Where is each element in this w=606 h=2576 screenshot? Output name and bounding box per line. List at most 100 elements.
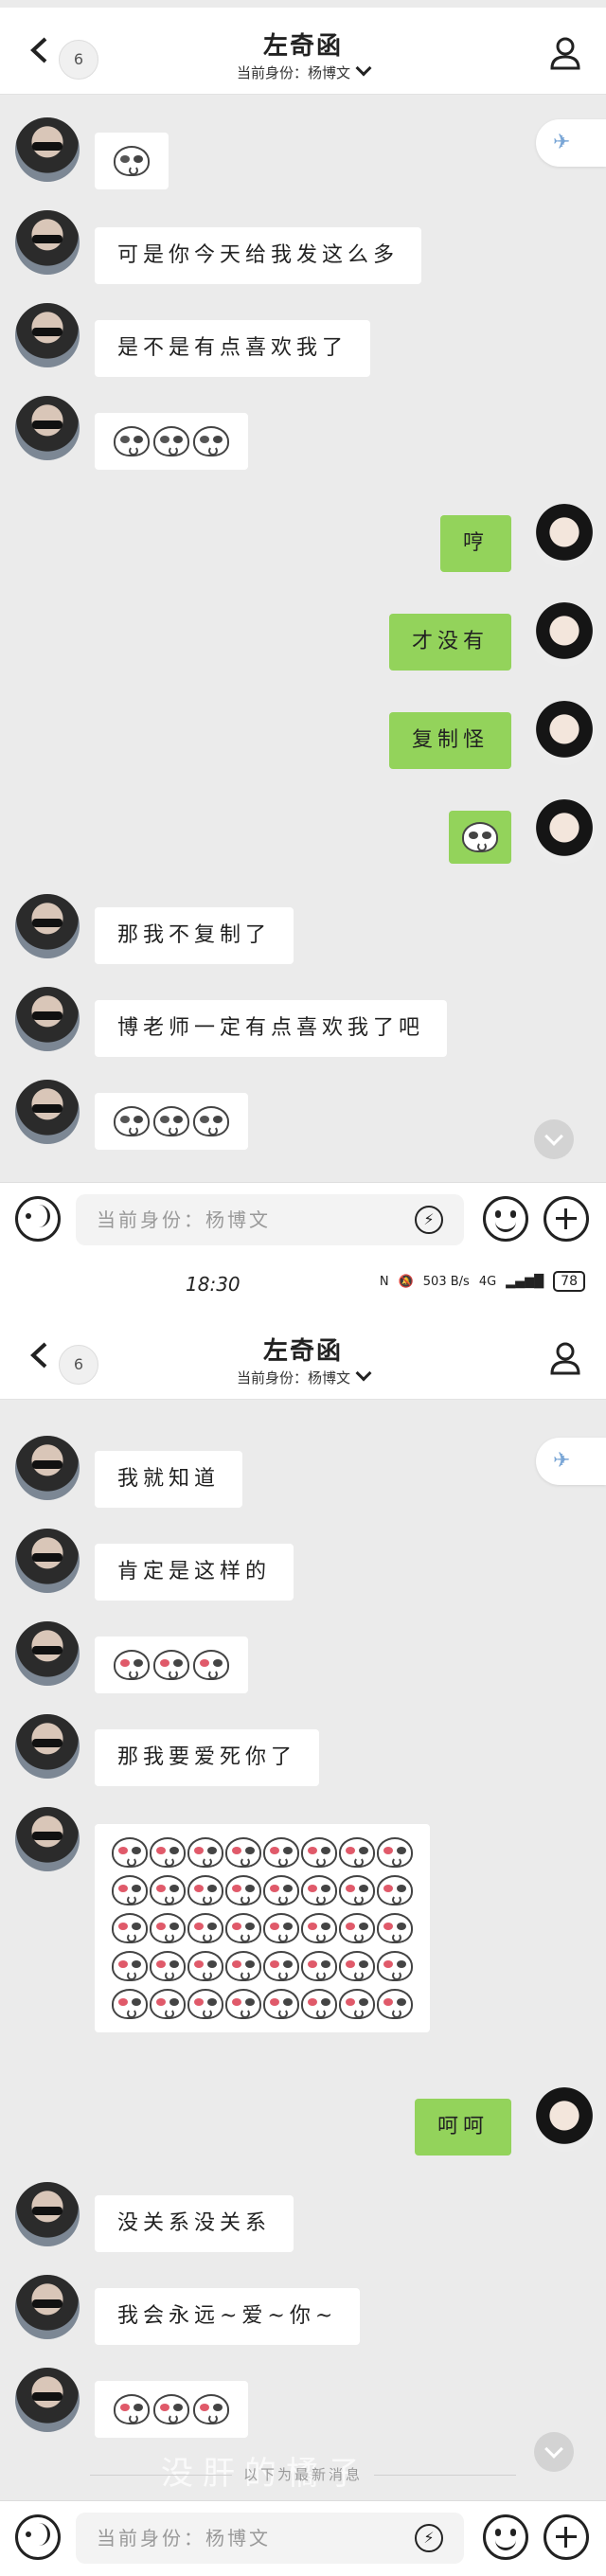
heart-eyes-sticker xyxy=(339,1875,375,1905)
sticker-message[interactable] xyxy=(95,133,169,189)
heart-eyes-sticker xyxy=(193,2394,229,2424)
message-input[interactable]: 当前身份：杨博文 ⚡ xyxy=(76,2513,464,2564)
chat-screen-2: 18:30 N 🔕 503 B/s 4G ▂▄▆█ 78 6 左奇函 当前身份：… xyxy=(0,1258,606,2576)
floating-pill-button[interactable]: ✈ xyxy=(536,1438,606,1485)
heart-eyes-sticker xyxy=(150,1837,186,1868)
lightning-icon[interactable]: ⚡ xyxy=(415,2524,443,2552)
heart-eyes-sticker xyxy=(377,1989,413,2019)
text-message[interactable]: 是不是有点喜欢我了 xyxy=(95,320,371,377)
heart-eyes-sticker xyxy=(301,1913,337,1943)
contact-avatar[interactable] xyxy=(15,894,80,958)
contact-avatar[interactable] xyxy=(15,2182,80,2246)
chat-header: 6 左奇函 当前身份：杨博文 xyxy=(0,8,606,95)
voice-input-icon[interactable] xyxy=(15,1196,61,1242)
signal-4g: 4G xyxy=(478,1274,497,1289)
heart-eyes-sticker xyxy=(112,1913,148,1943)
my-text-message[interactable]: 才没有 xyxy=(388,614,511,671)
profile-icon[interactable] xyxy=(549,36,581,70)
sticker-message[interactable] xyxy=(95,1093,248,1150)
heart-eyes-sticker xyxy=(377,1913,413,1943)
heart-eyes-sticker xyxy=(150,1951,186,1981)
heart-eyes-sticker xyxy=(263,1837,299,1868)
scroll-down-button[interactable] xyxy=(534,2432,574,2472)
my-avatar[interactable] xyxy=(532,799,597,864)
contact-avatar[interactable] xyxy=(15,2368,80,2432)
heart-eyes-sticker xyxy=(187,1951,223,1981)
contact-avatar[interactable] xyxy=(15,1807,80,1871)
network-speed: 503 B/s xyxy=(422,1274,470,1289)
my-text-message[interactable]: 哼 xyxy=(439,515,511,572)
heart-eyes-sticker xyxy=(301,1837,337,1868)
heart-eyes-sticker xyxy=(377,1951,413,1981)
identity-switcher[interactable]: 当前身份：杨博文 xyxy=(0,1365,606,1387)
text-message[interactable]: 肯定是这样的 xyxy=(95,1544,294,1601)
heart-eyes-sticker xyxy=(112,1951,148,1981)
identity-label: 当前身份：杨博文 xyxy=(236,1369,350,1386)
heart-eyes-sticker xyxy=(301,1875,337,1905)
contact-name: 左奇函 xyxy=(262,32,343,61)
lightning-icon[interactable]: ⚡ xyxy=(415,1206,443,1234)
voice-input-icon[interactable] xyxy=(15,2514,61,2560)
heart-eyes-sticker xyxy=(339,1951,375,1981)
glasses-sticker xyxy=(114,1106,150,1136)
contact-avatar[interactable] xyxy=(15,117,80,182)
nfc-icon: N xyxy=(379,1274,389,1289)
my-text-message[interactable]: 复制怪 xyxy=(388,712,511,769)
my-avatar[interactable] xyxy=(532,701,597,765)
identity-switcher[interactable]: 当前身份：杨博文 xyxy=(0,60,606,82)
heart-eyes-sticker xyxy=(150,1875,186,1905)
contact-avatar[interactable] xyxy=(15,210,80,275)
contact-avatar[interactable] xyxy=(15,2275,80,2339)
new-messages-divider: 以下为最新消息 xyxy=(0,2464,606,2484)
signal-bars-icon: ▂▄▆█ xyxy=(506,1274,544,1289)
emoji-icon[interactable] xyxy=(483,1196,528,1242)
sticker-message[interactable] xyxy=(95,2381,248,2438)
contact-avatar[interactable] xyxy=(15,396,80,460)
contact-avatar[interactable] xyxy=(15,1436,80,1500)
contact-avatar[interactable] xyxy=(15,1714,80,1779)
contact-avatar[interactable] xyxy=(15,1080,80,1144)
text-message[interactable]: 我会永远~爱~你~ xyxy=(95,2288,361,2345)
floating-pill-button[interactable]: ✈ xyxy=(536,119,606,167)
contact-avatar[interactable] xyxy=(15,1621,80,1686)
contact-avatar[interactable] xyxy=(15,1529,80,1593)
heart-eyes-sticker xyxy=(263,1913,299,1943)
my-avatar[interactable] xyxy=(532,2087,597,2152)
heart-eyes-sticker xyxy=(225,1989,261,2019)
plus-icon[interactable] xyxy=(544,2514,589,2560)
profile-icon[interactable] xyxy=(549,1341,581,1375)
text-message[interactable]: 我就知道 xyxy=(95,1451,243,1508)
text-message[interactable]: 可是你今天给我发这么多 xyxy=(95,227,422,284)
my-avatar[interactable] xyxy=(532,504,597,568)
chevron-down-icon xyxy=(355,60,372,77)
sticker-grid-message[interactable] xyxy=(95,1824,430,2032)
text-message[interactable]: 那我不复制了 xyxy=(95,907,294,964)
heart-eyes-sticker xyxy=(187,1875,223,1905)
contact-avatar[interactable] xyxy=(15,987,80,1051)
heart-eyes-sticker xyxy=(150,1913,186,1943)
heart-eyes-sticker xyxy=(263,1951,299,1981)
plus-icon[interactable] xyxy=(544,1196,589,1242)
heart-eyes-sticker xyxy=(377,1837,413,1868)
my-sticker-message[interactable] xyxy=(449,811,511,864)
text-message[interactable]: 博老师一定有点喜欢我了吧 xyxy=(95,1000,448,1057)
text-message[interactable]: 没关系没关系 xyxy=(95,2195,294,2252)
sticker-message[interactable] xyxy=(95,413,248,470)
heart-eyes-sticker xyxy=(153,1650,189,1680)
text-message[interactable]: 那我要爱死你了 xyxy=(95,1729,320,1786)
message-input[interactable]: 当前身份：杨博文 ⚡ xyxy=(76,1194,464,1245)
emoji-icon[interactable] xyxy=(483,2514,528,2560)
sunglasses-sticker xyxy=(153,426,189,456)
glasses-cry-sticker xyxy=(114,146,150,176)
glasses-sticker xyxy=(193,1106,229,1136)
contact-avatar[interactable] xyxy=(15,303,80,367)
sleepy-sticker xyxy=(462,822,498,852)
heart-eyes-sticker xyxy=(187,1837,223,1868)
sticker-message[interactable] xyxy=(95,1637,248,1693)
my-avatar[interactable] xyxy=(532,602,597,667)
heart-eyes-sticker xyxy=(114,1650,150,1680)
heart-eyes-sticker xyxy=(187,1913,223,1943)
my-text-message[interactable]: 呵呵 xyxy=(414,2099,511,2156)
scroll-down-button[interactable] xyxy=(534,1119,574,1159)
heart-eyes-sticker xyxy=(339,1913,375,1943)
